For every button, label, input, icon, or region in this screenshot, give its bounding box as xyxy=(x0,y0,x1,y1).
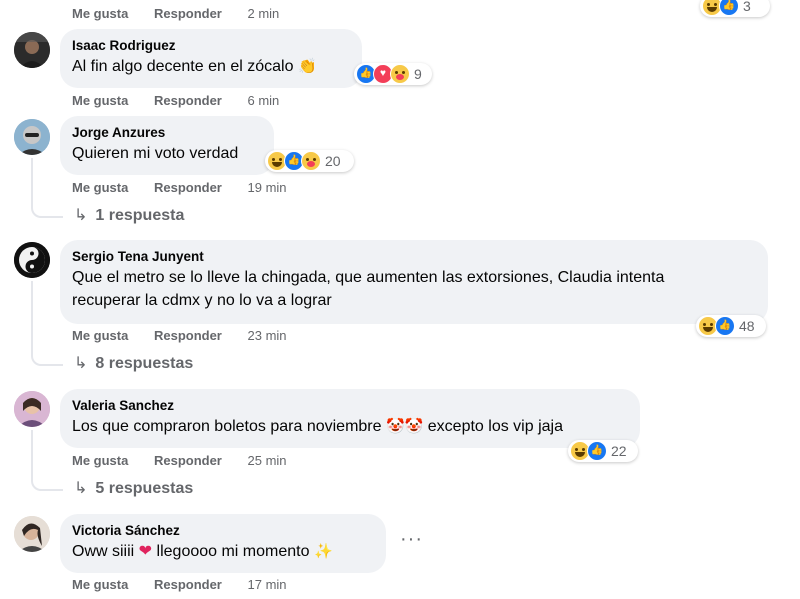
reaction-count: 3 xyxy=(743,0,751,14)
comment-time[interactable]: 6 min xyxy=(248,93,280,108)
comment-text-line: Que el metro se lo lleve la chingada, qu… xyxy=(72,269,665,286)
like-reaction-icon: 👍 xyxy=(719,0,739,16)
reaction-summary[interactable]: 👍 ♥ 9 xyxy=(354,63,432,85)
comment-bubble: Valeria Sanchez Los que compraron boleto… xyxy=(60,389,640,448)
comment-actions: Me gusta Responder 25 min xyxy=(72,452,287,470)
replies-label: 1 respuesta xyxy=(95,207,185,224)
comment-actions: Me gusta Responder 19 min xyxy=(72,179,287,197)
comment-actions: Me gusta Responder 6 min xyxy=(72,92,279,110)
comment-text-body: Oww siiii xyxy=(72,543,135,560)
thread-connector xyxy=(31,196,63,218)
reply-action[interactable]: Responder xyxy=(154,180,222,195)
thread-connector xyxy=(31,469,63,491)
reply-action[interactable]: Responder xyxy=(154,577,222,592)
comment-text: Quieren mi voto verdad xyxy=(72,145,239,162)
clapping-hands-emoji-icon: 👏 xyxy=(297,58,317,75)
comment-time[interactable]: 2 min xyxy=(248,6,280,21)
comment-author[interactable]: Isaac Rodriguez xyxy=(72,37,350,55)
more-options-icon[interactable]: ··· xyxy=(400,528,423,551)
replies-label: 8 respuestas xyxy=(95,355,194,372)
like-action[interactable]: Me gusta xyxy=(72,93,128,108)
avatar[interactable] xyxy=(14,119,50,155)
comment-actions: Me gusta Responder 2 min xyxy=(72,5,279,23)
comment-text: Oww siiii ❤ llegoooo mi momento ✨ xyxy=(72,540,374,563)
view-replies-link[interactable]: ↳ 8 respuestas xyxy=(74,353,193,375)
reaction-count: 48 xyxy=(739,318,755,334)
like-reaction-icon: 👍 xyxy=(715,316,735,336)
avatar[interactable] xyxy=(14,516,50,552)
reaction-summary[interactable]: 👍 48 xyxy=(696,315,766,337)
comment-author[interactable]: Victoria Sánchez xyxy=(72,522,374,540)
reply-arrow-icon: ↳ xyxy=(74,355,88,372)
comment-time[interactable]: 25 min xyxy=(248,453,287,468)
care-reaction-icon xyxy=(390,64,410,84)
comment-bubble: Isaac Rodriguez Al fin algo decente en e… xyxy=(60,29,362,88)
care-reaction-icon xyxy=(301,151,321,171)
like-action[interactable]: Me gusta xyxy=(72,328,128,343)
avatar[interactable] xyxy=(14,391,50,427)
avatar[interactable] xyxy=(14,32,50,68)
reaction-count: 20 xyxy=(325,153,341,169)
comment-author[interactable]: Jorge Anzures xyxy=(72,124,262,142)
reaction-count: 9 xyxy=(414,66,422,82)
comment-author[interactable]: Valeria Sanchez xyxy=(72,397,628,415)
view-replies-link[interactable]: ↳ 5 respuestas xyxy=(74,478,193,500)
comment-time[interactable]: 17 min xyxy=(248,577,287,592)
like-reaction-icon: 👍 xyxy=(587,441,607,461)
comment-text-body: excepto los vip jaja xyxy=(427,418,563,435)
reaction-summary[interactable]: 👍 20 xyxy=(265,150,354,172)
replies-label: 5 respuestas xyxy=(95,480,194,497)
reply-arrow-icon: ↳ xyxy=(74,480,88,497)
comment-text-body: Los que compraron boletos para noviembre xyxy=(72,418,382,435)
reply-action[interactable]: Responder xyxy=(154,93,222,108)
like-action[interactable]: Me gusta xyxy=(72,6,128,21)
comment-text-body: Al fin algo decente en el zócalo xyxy=(72,58,294,75)
thread-line xyxy=(31,158,33,198)
comment-bubble: Jorge Anzures Quieren mi voto verdad xyxy=(60,116,274,175)
thread-connector xyxy=(31,344,63,366)
like-action[interactable]: Me gusta xyxy=(72,453,128,468)
reaction-summary[interactable]: 👍 22 xyxy=(568,440,638,462)
comment-author[interactable]: Sergio Tena Junyent xyxy=(72,248,756,266)
sparkles-emoji-icon: ✨ xyxy=(313,543,333,560)
reaction-summary[interactable]: 👍 3 xyxy=(700,0,770,17)
avatar[interactable] xyxy=(14,242,50,278)
view-replies-link[interactable]: ↳ 1 respuesta xyxy=(74,205,184,227)
reply-action[interactable]: Responder xyxy=(154,453,222,468)
reaction-count: 22 xyxy=(611,443,627,459)
comment-text: Al fin algo decente en el zócalo 👏 xyxy=(72,55,350,78)
like-action[interactable]: Me gusta xyxy=(72,577,128,592)
comment-bubble: Victoria Sánchez Oww siiii ❤ llegoooo mi… xyxy=(60,514,386,573)
reply-action[interactable]: Responder xyxy=(154,6,222,21)
reply-action[interactable]: Responder xyxy=(154,328,222,343)
comment-bubble: Sergio Tena Junyent Que el metro se lo l… xyxy=(60,240,768,324)
comment-text-body: llegoooo mi momento xyxy=(156,543,310,560)
comment-time[interactable]: 23 min xyxy=(248,328,287,343)
clown-face-emoji-icon: 🤡🤡 xyxy=(385,418,424,435)
comment-text: Los que compraron boletos para noviembre… xyxy=(72,415,628,438)
comment-text-line: recuperar la cdmx y no lo va a lograr xyxy=(72,292,332,309)
comment-actions: Me gusta Responder 17 min xyxy=(72,576,287,594)
thread-line xyxy=(31,281,33,346)
comment-time[interactable]: 19 min xyxy=(248,180,287,195)
thread-line xyxy=(31,430,33,470)
like-action[interactable]: Me gusta xyxy=(72,180,128,195)
comment-actions: Me gusta Responder 23 min xyxy=(72,327,287,345)
red-heart-emoji-icon: ❤ xyxy=(138,543,153,560)
reply-arrow-icon: ↳ xyxy=(74,207,88,224)
